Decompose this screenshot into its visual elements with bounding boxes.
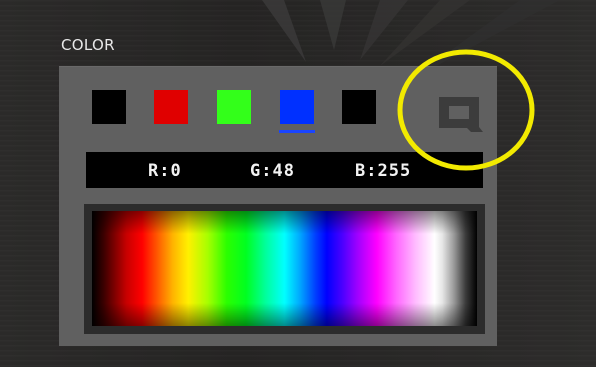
swatch-blue[interactable] (280, 90, 314, 124)
selected-swatch-indicator (279, 130, 315, 133)
color-spectrum-picker[interactable] (92, 211, 477, 326)
green-value: G:48 (250, 161, 295, 181)
red-value: R:0 (148, 161, 182, 181)
blue-value: B:255 (355, 161, 412, 181)
q-logo-icon[interactable] (437, 95, 485, 135)
swatch-black-2[interactable] (342, 90, 376, 124)
swatch-green[interactable] (217, 90, 251, 124)
section-title: COLOR (61, 36, 115, 54)
swatch-red[interactable] (154, 90, 188, 124)
swatch-black[interactable] (92, 90, 126, 124)
rgb-readout: R:0 G:48 B:255 (86, 152, 483, 188)
